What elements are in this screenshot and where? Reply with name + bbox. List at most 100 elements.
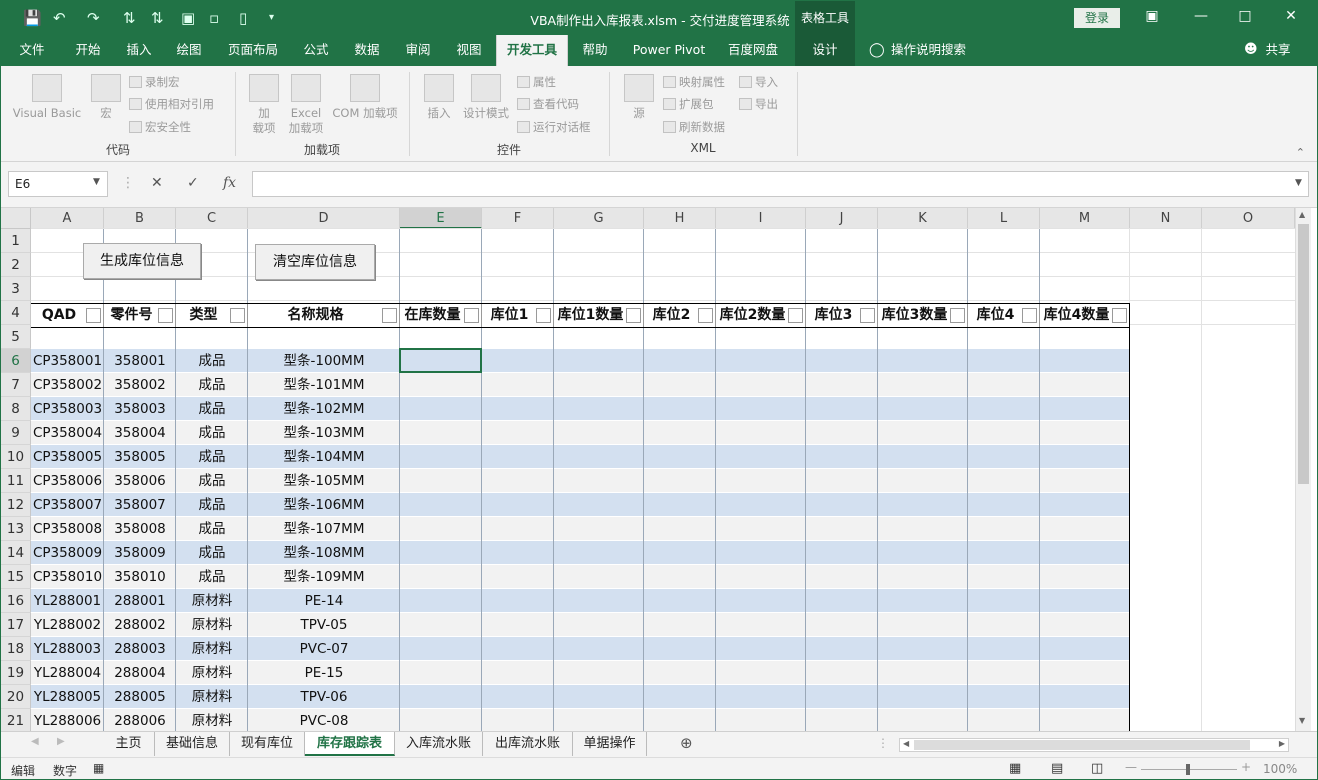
table-cell[interactable]: 288005 <box>104 685 176 709</box>
table-cell[interactable]: CP358009 <box>31 541 104 565</box>
tab-review[interactable]: 审阅 <box>397 35 439 66</box>
table-cell[interactable]: 358001 <box>104 349 176 373</box>
xml-import-button[interactable]: 导入 <box>739 74 778 90</box>
insert-function-icon[interactable]: fx <box>223 175 236 191</box>
column-header-k[interactable]: K <box>878 208 968 229</box>
table-cell[interactable]: CP358004 <box>31 421 104 445</box>
expand-formula-icon[interactable]: ▼ <box>1295 178 1302 188</box>
row-header-17[interactable]: 17 <box>1 613 31 637</box>
row-header-20[interactable]: 20 <box>1 685 31 709</box>
table-cell[interactable]: 358005 <box>104 445 176 469</box>
selected-cell[interactable] <box>399 348 482 373</box>
table-cell[interactable]: 型条-101MM <box>248 373 400 397</box>
column-header-i[interactable]: I <box>716 208 806 229</box>
tab-insert[interactable]: 插入 <box>117 35 161 66</box>
tab-view[interactable]: 视图 <box>447 35 491 66</box>
column-header-b[interactable]: B <box>104 208 176 229</box>
column-header-m[interactable]: M <box>1040 208 1130 229</box>
sort-desc-icon[interactable]: ⇅ <box>151 9 164 27</box>
table-cell[interactable]: TPV-05 <box>248 613 400 637</box>
table-cell[interactable]: 成品 <box>176 445 248 469</box>
share-button[interactable]: 共享 <box>1261 35 1295 66</box>
row-header-13[interactable]: 13 <box>1 517 31 541</box>
tab-data[interactable]: 数据 <box>345 35 389 66</box>
table-cell[interactable]: 358002 <box>104 373 176 397</box>
horizontal-scroll-thumb[interactable] <box>914 740 1250 750</box>
table-cell[interactable]: TPV-06 <box>248 685 400 709</box>
table-cell[interactable]: 358004 <box>104 421 176 445</box>
customize-qat-icon[interactable]: ▾ <box>269 12 274 23</box>
row-header-8[interactable]: 8 <box>1 397 31 421</box>
filter-dropdown-icon[interactable] <box>86 308 101 323</box>
sheet-tab[interactable]: 入库流水账 <box>395 732 483 756</box>
filter-dropdown-icon[interactable] <box>536 308 551 323</box>
sheet-tab[interactable]: 单据操作 <box>573 732 647 756</box>
filter-dropdown-icon[interactable] <box>1022 308 1037 323</box>
table-cell[interactable]: PVC-07 <box>248 637 400 661</box>
table-cell[interactable]: 原材料 <box>176 661 248 685</box>
table-cell[interactable]: YL288002 <box>31 613 104 637</box>
tab-page-layout[interactable]: 页面布局 <box>221 35 285 66</box>
table-cell[interactable]: 288004 <box>104 661 176 685</box>
table-cell[interactable]: 358003 <box>104 397 176 421</box>
table-cell[interactable]: YL288001 <box>31 589 104 613</box>
row-header-11[interactable]: 11 <box>1 469 31 493</box>
table-cell[interactable]: CP358007 <box>31 493 104 517</box>
sheet-tab[interactable]: 库存跟踪表 <box>305 732 395 756</box>
scroll-up-icon[interactable]: ▲ <box>1299 210 1305 219</box>
zoom-in-icon[interactable]: + <box>1241 760 1251 774</box>
record-macro-button[interactable]: 录制宏 <box>129 74 180 90</box>
table-cell[interactable]: 成品 <box>176 493 248 517</box>
column-header-h[interactable]: H <box>644 208 716 229</box>
row-header-2[interactable]: 2 <box>1 253 31 277</box>
column-header-e[interactable]: E <box>400 208 482 229</box>
addins-button[interactable]: 加载项 <box>245 74 283 136</box>
tell-me-search[interactable]: 操作说明搜索 <box>891 35 975 66</box>
cancel-icon[interactable]: ✕ <box>151 175 163 191</box>
row-header-7[interactable]: 7 <box>1 373 31 397</box>
table-cell[interactable]: PVC-08 <box>248 709 400 731</box>
tab-power-pivot[interactable]: Power Pivot <box>625 35 713 66</box>
table-cell[interactable]: CP358006 <box>31 469 104 493</box>
properties-button[interactable]: 属性 <box>517 74 556 90</box>
add-sheet-icon[interactable]: ⊕ <box>680 734 693 752</box>
close-icon[interactable]: ✕ <box>1281 8 1301 24</box>
tab-home[interactable]: 开始 <box>65 35 111 66</box>
macro-security-button[interactable]: 宏安全性 <box>129 119 191 135</box>
zoom-level[interactable]: 100% <box>1263 762 1297 776</box>
table-cell[interactable]: YL288004 <box>31 661 104 685</box>
table-cell[interactable]: 358007 <box>104 493 176 517</box>
table-cell[interactable]: 原材料 <box>176 709 248 731</box>
row-header-3[interactable]: 3 <box>1 277 31 301</box>
filter-dropdown-icon[interactable] <box>860 308 875 323</box>
table-cell[interactable]: CP358008 <box>31 517 104 541</box>
table-cell[interactable]: 358006 <box>104 469 176 493</box>
table-cell[interactable]: 358008 <box>104 517 176 541</box>
table-cell[interactable]: 358009 <box>104 541 176 565</box>
row-header-9[interactable]: 9 <box>1 421 31 445</box>
table-cell[interactable]: 型条-100MM <box>248 349 400 373</box>
scroll-right-icon[interactable]: ▶ <box>1279 739 1285 748</box>
view-code-button[interactable]: 查看代码 <box>517 96 579 112</box>
table-cell[interactable]: 型条-109MM <box>248 565 400 589</box>
table-cell[interactable]: CP358005 <box>31 445 104 469</box>
filter-dropdown-icon[interactable] <box>230 308 245 323</box>
row-header-15[interactable]: 15 <box>1 565 31 589</box>
tab-baidu-netdisk[interactable]: 百度网盘 <box>719 35 787 66</box>
table-cell[interactable]: 成品 <box>176 373 248 397</box>
tab-file[interactable]: 文件 <box>11 35 53 66</box>
table-cell[interactable]: 原材料 <box>176 613 248 637</box>
vertical-scroll-thumb[interactable] <box>1298 224 1309 484</box>
filter-dropdown-icon[interactable] <box>464 308 479 323</box>
table-cell[interactable]: 原材料 <box>176 589 248 613</box>
column-header-f[interactable]: F <box>482 208 554 229</box>
sheet-tab[interactable]: 出库流水账 <box>483 732 573 756</box>
filter-dropdown-icon[interactable] <box>382 308 397 323</box>
confirm-icon[interactable]: ✓ <box>187 175 199 191</box>
filter-dropdown-icon[interactable] <box>950 308 965 323</box>
refresh-data-button[interactable]: 刷新数据 <box>663 119 725 135</box>
column-header-j[interactable]: J <box>806 208 878 229</box>
chevron-down-icon[interactable]: ▼ <box>93 177 100 187</box>
relative-reference-button[interactable]: 使用相对引用 <box>129 96 214 112</box>
zoom-slider-thumb[interactable] <box>1186 764 1190 775</box>
